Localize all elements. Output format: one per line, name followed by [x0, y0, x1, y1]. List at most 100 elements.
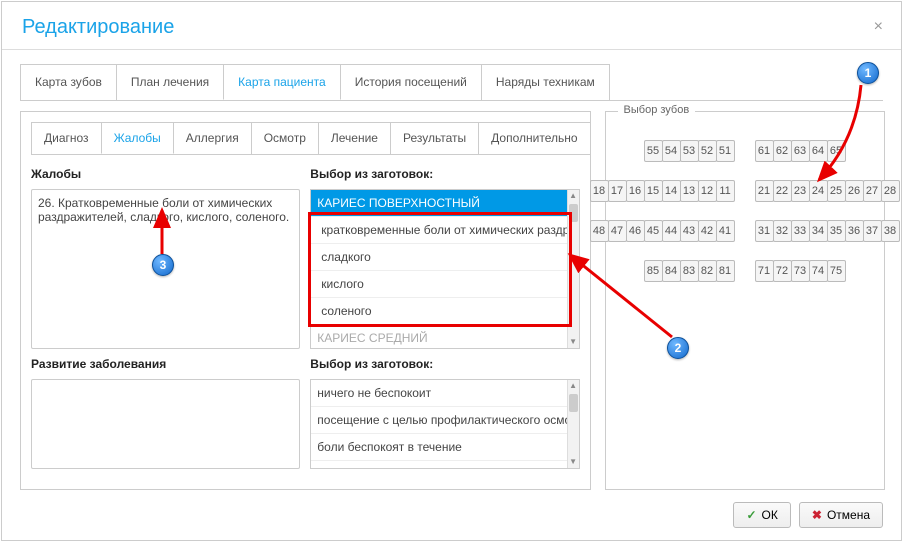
scroll-up-icon[interactable]: ▲: [568, 380, 579, 392]
sub-tab-6[interactable]: Дополнительно: [478, 122, 590, 154]
tooth-21[interactable]: 21: [755, 180, 774, 202]
tooth-34[interactable]: 34: [809, 220, 828, 242]
tooth-13[interactable]: 13: [680, 180, 699, 202]
main-tab-1[interactable]: План лечения: [116, 64, 224, 100]
tooth-53[interactable]: 53: [680, 140, 699, 162]
tooth-18[interactable]: 18: [590, 180, 609, 202]
scrollbar[interactable]: ▲ ▼: [567, 380, 579, 468]
tooth-27[interactable]: 27: [863, 180, 882, 202]
template-item[interactable]: кислого: [311, 271, 566, 298]
scroll-up-icon[interactable]: ▲: [568, 190, 579, 202]
cancel-button[interactable]: ✖Отмена: [799, 502, 883, 528]
tooth-14[interactable]: 14: [662, 180, 681, 202]
sub-tab-3[interactable]: Осмотр: [251, 122, 319, 154]
tooth-65[interactable]: 65: [827, 140, 846, 162]
tooth-31[interactable]: 31: [755, 220, 774, 242]
sub-tab-1[interactable]: Жалобы: [101, 122, 174, 154]
template-item[interactable]: ничего не беспокоит: [311, 380, 566, 407]
tooth-46[interactable]: 46: [626, 220, 645, 242]
tooth-43[interactable]: 43: [680, 220, 699, 242]
scroll-down-icon[interactable]: ▼: [568, 336, 579, 348]
tooth-85[interactable]: 85: [644, 260, 663, 282]
templates1-list[interactable]: КАРИЕС ПОВЕРХНОСТНЫЙкратковременные боли…: [310, 189, 579, 349]
tooth-12[interactable]: 12: [698, 180, 717, 202]
callout-3: 3: [152, 254, 174, 276]
left-pane: ДиагнозЖалобыАллергияОсмотрЛечениеРезуль…: [20, 111, 591, 490]
tooth-71[interactable]: 71: [755, 260, 774, 282]
complaints-label: Жалобы: [31, 165, 300, 183]
tooth-33[interactable]: 33: [791, 220, 810, 242]
tooth-55[interactable]: 55: [644, 140, 663, 162]
scroll-thumb[interactable]: [569, 394, 578, 412]
scroll-down-icon[interactable]: ▼: [568, 456, 579, 468]
teeth-group: 1817161514131211: [590, 180, 735, 202]
tooth-22[interactable]: 22: [773, 180, 792, 202]
tooth-54[interactable]: 54: [662, 140, 681, 162]
tooth-75[interactable]: 75: [827, 260, 846, 282]
main-tab-3[interactable]: История посещений: [340, 64, 482, 100]
tooth-11[interactable]: 11: [716, 180, 735, 202]
sub-tab-5[interactable]: Результаты: [390, 122, 479, 154]
tooth-15[interactable]: 15: [644, 180, 663, 202]
tooth-38[interactable]: 38: [881, 220, 900, 242]
tooth-23[interactable]: 23: [791, 180, 810, 202]
tooth-72[interactable]: 72: [773, 260, 792, 282]
sub-tab-2[interactable]: Аллергия: [173, 122, 252, 154]
disease-dev-text[interactable]: [31, 379, 300, 469]
teeth-row: 8584838281 7172737475: [644, 260, 846, 282]
tooth-84[interactable]: 84: [662, 260, 681, 282]
template-item[interactable]: КАРИЕС ПОВЕРХНОСТНЫЙ: [311, 190, 566, 217]
teeth-group: 2122232425262728: [755, 180, 900, 202]
tooth-82[interactable]: 82: [698, 260, 717, 282]
tooth-73[interactable]: 73: [791, 260, 810, 282]
disease-dev-label: Развитие заболевания: [31, 355, 300, 373]
template-item[interactable]: кратковременные боли от химических раздр…: [311, 217, 566, 244]
template-item[interactable]: посещение с целью профилактического осмо…: [311, 407, 566, 434]
tooth-45[interactable]: 45: [644, 220, 663, 242]
teeth-group: 3132333435363738: [755, 220, 900, 242]
tooth-42[interactable]: 42: [698, 220, 717, 242]
tooth-35[interactable]: 35: [827, 220, 846, 242]
tooth-64[interactable]: 64: [809, 140, 828, 162]
teeth-group: 4847464544434241: [590, 220, 735, 242]
tooth-81[interactable]: 81: [716, 260, 735, 282]
tooth-44[interactable]: 44: [662, 220, 681, 242]
tooth-28[interactable]: 28: [881, 180, 900, 202]
main-tab-2[interactable]: Карта пациента: [223, 64, 341, 100]
tooth-83[interactable]: 83: [680, 260, 699, 282]
close-icon[interactable]: ×: [874, 18, 883, 36]
tooth-26[interactable]: 26: [845, 180, 864, 202]
ok-button[interactable]: ✓ОК: [733, 502, 790, 528]
template-item[interactable]: соленого: [311, 298, 566, 325]
tooth-47[interactable]: 47: [608, 220, 627, 242]
sub-tab-0[interactable]: Диагноз: [31, 122, 102, 154]
scrollbar[interactable]: ▲ ▼: [567, 190, 579, 348]
callout-1: 1: [857, 62, 879, 84]
tooth-63[interactable]: 63: [791, 140, 810, 162]
tooth-61[interactable]: 61: [755, 140, 774, 162]
dialog-title: Редактирование: [2, 2, 901, 50]
tooth-16[interactable]: 16: [626, 180, 645, 202]
sub-tab-4[interactable]: Лечение: [318, 122, 391, 154]
template-item[interactable]: сладкого: [311, 244, 566, 271]
tooth-24[interactable]: 24: [809, 180, 828, 202]
main-tab-0[interactable]: Карта зубов: [20, 64, 117, 100]
tooth-48[interactable]: 48: [590, 220, 609, 242]
main-tab-4[interactable]: Наряды техникам: [481, 64, 610, 100]
tooth-25[interactable]: 25: [827, 180, 846, 202]
tooth-37[interactable]: 37: [863, 220, 882, 242]
template-item[interactable]: боли беспокоят в течение: [311, 434, 566, 461]
edit-dialog: Редактирование × Карта зубовПлан лечения…: [1, 1, 902, 541]
scroll-thumb[interactable]: [569, 204, 578, 222]
tooth-32[interactable]: 32: [773, 220, 792, 242]
tooth-17[interactable]: 17: [608, 180, 627, 202]
tooth-62[interactable]: 62: [773, 140, 792, 162]
template-item[interactable]: КАРИЕС СРЕДНИЙ: [311, 325, 566, 348]
templates2-list[interactable]: ничего не беспокоитпосещение с целью про…: [310, 379, 579, 469]
tooth-36[interactable]: 36: [845, 220, 864, 242]
tooth-51[interactable]: 51: [716, 140, 735, 162]
tooth-74[interactable]: 74: [809, 260, 828, 282]
tooth-52[interactable]: 52: [698, 140, 717, 162]
tooth-41[interactable]: 41: [716, 220, 735, 242]
template-item[interactable]: 1 дня: [311, 461, 566, 468]
